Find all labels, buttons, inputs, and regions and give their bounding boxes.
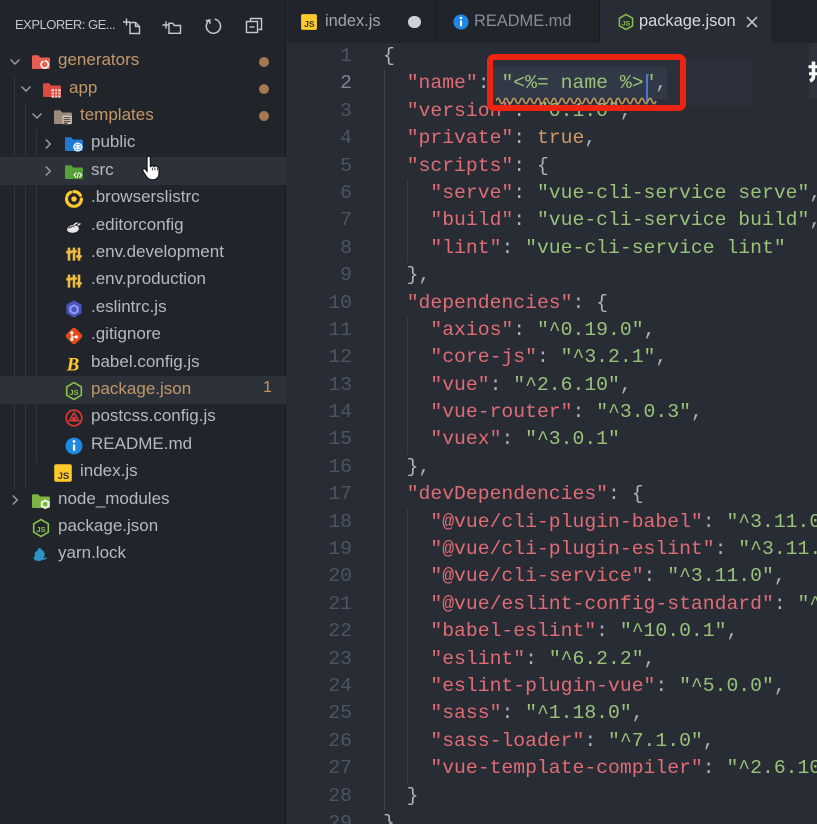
svg-text:JS: JS: [58, 471, 70, 482]
svg-text:JS: JS: [36, 525, 45, 534]
svg-text:B: B: [66, 354, 80, 374]
svg-text:JS: JS: [69, 388, 78, 397]
svg-text:JS: JS: [622, 20, 631, 27]
svg-text:JS: JS: [304, 19, 315, 29]
